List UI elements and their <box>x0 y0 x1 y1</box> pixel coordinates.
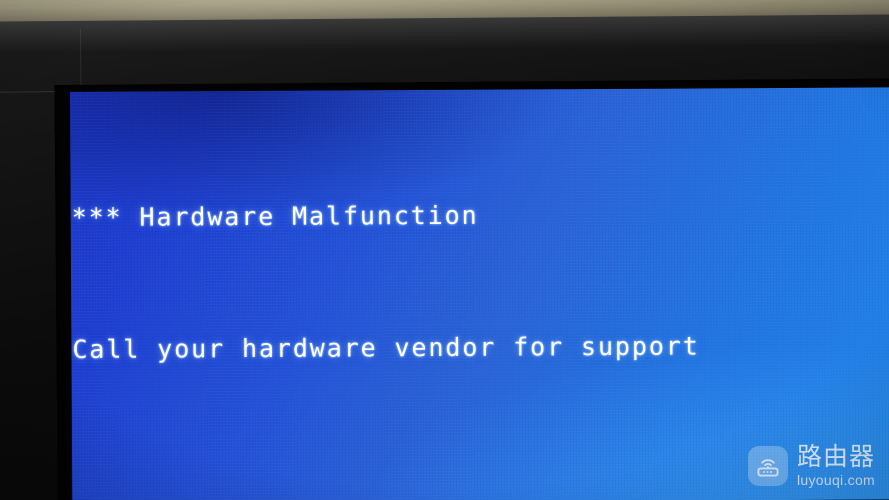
router-icon <box>747 445 788 486</box>
bezel-top-highlight <box>0 14 889 78</box>
watermark: 路由器 luyouqi.com <box>747 444 875 487</box>
watermark-url: luyouqi.com <box>796 472 875 488</box>
console-line-hardware-malfunction: *** Hardware Malfunction <box>71 200 479 232</box>
watermark-text: 路由器 luyouqi.com <box>797 444 875 487</box>
console-text-block: *** Hardware Malfunction Call your hardw… <box>71 104 702 500</box>
watermark-brand: 路由器 <box>796 442 875 471</box>
blue-screen-display: *** Hardware Malfunction Call your hardw… <box>70 87 889 500</box>
screenshot-root: *** Hardware Malfunction Call your hardw… <box>0 0 889 500</box>
console-line-call-vendor: Call your hardware vendor for support <box>72 331 700 364</box>
